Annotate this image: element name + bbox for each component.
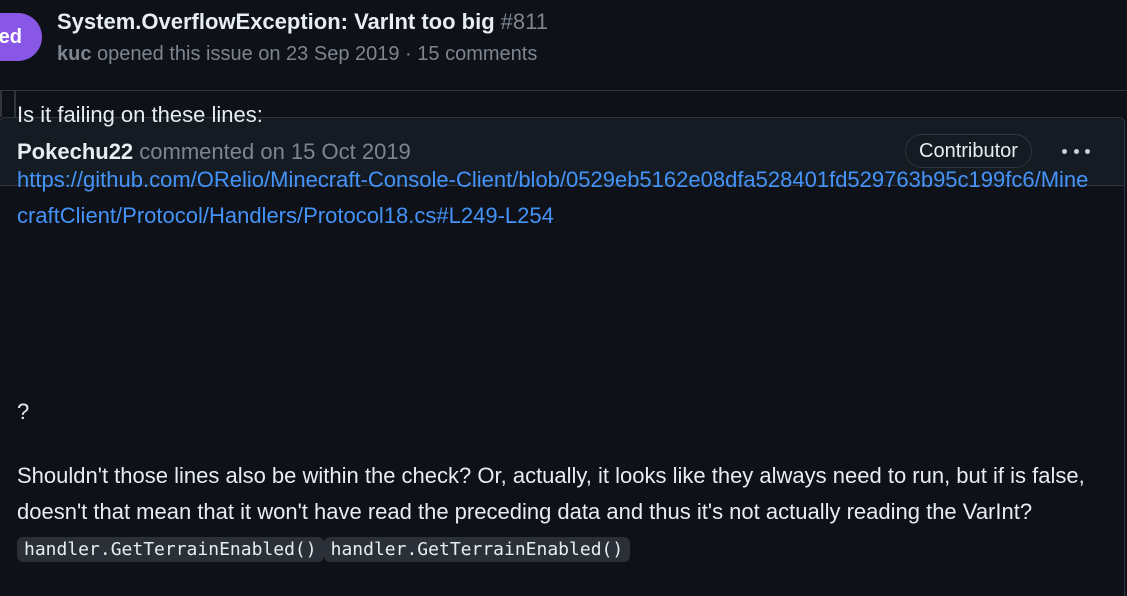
issue-page: ed System.OverflowException: VarInt too …	[0, 0, 1127, 596]
comment-paragraph-text: Shouldn't those lines also be within the…	[17, 463, 1085, 524]
kebab-dot	[1062, 148, 1067, 154]
issue-title-text: System.OverflowException: VarInt too big	[57, 9, 495, 34]
header-divider	[0, 90, 1127, 91]
comment-question: ?	[17, 399, 30, 424]
issue-state-badge: ed	[0, 13, 42, 61]
comment-paragraph: Is it failing on these lines:	[17, 102, 263, 127]
issue-meta-text: opened this issue on 23 Sep 2019 · 15 co…	[97, 43, 538, 65]
issue-title: System.OverflowException: VarInt too big…	[57, 8, 548, 36]
issue-meta: kuc opened this issue on 23 Sep 2019 · 1…	[57, 41, 537, 67]
comment-author-link[interactable]: Pokechu22	[17, 139, 133, 164]
comment-paragraph-long: Shouldn't those lines also be within the…	[17, 458, 1107, 568]
kebab-dot	[1073, 148, 1079, 154]
timeline-edge	[0, 91, 2, 117]
inline-code: handler.GetTerrainEnabled()	[323, 537, 631, 562]
code-permalink[interactable]: https://github.com/ORelio/Minecraft-Cons…	[17, 162, 1097, 234]
issue-number[interactable]: #811	[501, 9, 548, 34]
issue-author-link[interactable]: kuc	[57, 43, 91, 65]
inline-code: handler.GetTerrainEnabled()	[17, 537, 324, 562]
kebab-dot	[1085, 148, 1090, 154]
timeline-line	[14, 91, 16, 117]
comment-timestamp-link[interactable]: commented on 15 Oct 2019	[139, 139, 411, 164]
